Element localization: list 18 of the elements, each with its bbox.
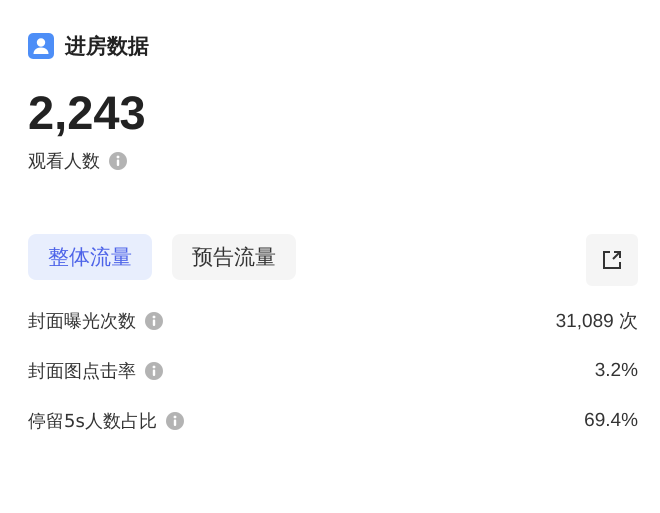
metric-label: 封面曝光次数 [28,310,136,333]
section-title: 进房数据 [65,33,149,60]
share-icon [600,248,624,272]
metric-label: 观看人数 [28,150,100,173]
tab[interactable]: 整体流量 [28,234,152,280]
tab[interactable]: 预告流量 [172,234,296,280]
metric-value: 3.2% [594,360,638,382]
info-icon[interactable] [145,312,163,330]
viewer-count: 2,243 [28,85,147,140]
metric-label: 封面图点击率 [28,360,136,383]
metric-value: 31,089 次 [556,310,638,334]
user-icon [28,33,54,59]
metric-label: 停留5s人数占比 [28,410,157,433]
info-icon[interactable] [145,362,163,380]
info-icon[interactable] [109,152,127,170]
metric-value: 69.4% [584,410,638,432]
info-icon[interactable] [166,412,184,430]
share-button[interactable] [586,234,638,286]
